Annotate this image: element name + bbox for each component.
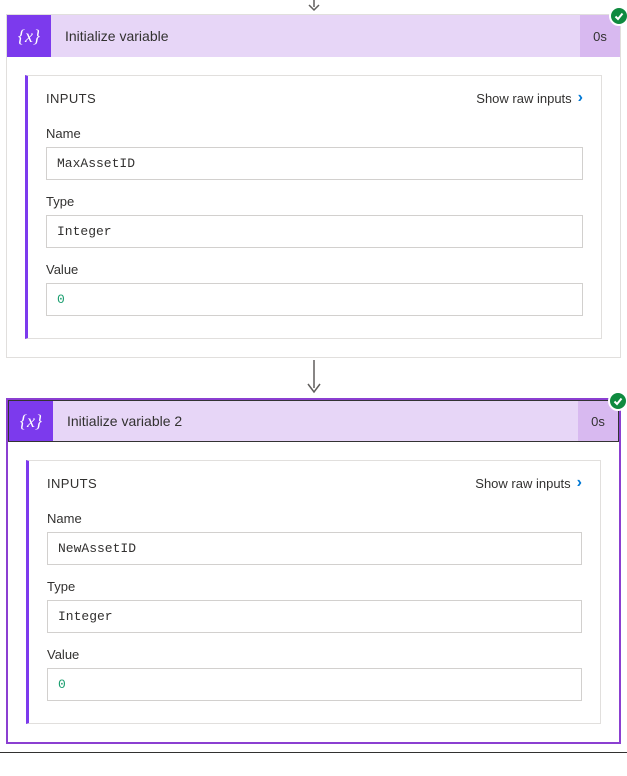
show-raw-inputs-label: Show raw inputs xyxy=(476,91,571,106)
success-check-icon xyxy=(608,391,627,411)
field-value-name[interactable]: NewAssetID xyxy=(47,532,582,565)
field-label-name: Name xyxy=(47,511,582,526)
section-title: INPUTS xyxy=(46,91,96,106)
action-card-initialize-variable[interactable]: {x} Initialize variable 0s INPUTS Show r… xyxy=(6,14,621,358)
card-body: INPUTS Show raw inputs › Name NewAssetID… xyxy=(8,442,619,742)
inputs-section: INPUTS Show raw inputs › Name NewAssetID… xyxy=(26,460,601,724)
flow-arrow-middle xyxy=(0,358,627,398)
field-value-name[interactable]: MaxAssetID xyxy=(46,147,583,180)
chevron-right-icon: › xyxy=(577,475,582,491)
field-label-value: Value xyxy=(46,262,583,277)
field-value-type[interactable]: Integer xyxy=(47,600,582,633)
variable-icon: {x} xyxy=(9,401,53,441)
show-raw-inputs-label: Show raw inputs xyxy=(475,476,570,491)
field-value-type[interactable]: Integer xyxy=(46,215,583,248)
show-raw-inputs-link[interactable]: Show raw inputs › xyxy=(475,475,582,491)
section-title: INPUTS xyxy=(47,476,97,491)
field-value-value[interactable]: 0 xyxy=(46,283,583,316)
chevron-right-icon: › xyxy=(578,90,583,106)
card-header[interactable]: {x} Initialize variable 0s xyxy=(7,15,620,57)
card-header[interactable]: {x} Initialize variable 2 0s xyxy=(8,400,619,442)
flow-arrow-top xyxy=(0,0,627,14)
card-title: Initialize variable xyxy=(51,15,580,57)
card-title: Initialize variable 2 xyxy=(53,401,578,441)
variable-icon: {x} xyxy=(7,15,51,57)
bottom-divider xyxy=(0,752,627,753)
field-label-value: Value xyxy=(47,647,582,662)
field-label-name: Name xyxy=(46,126,583,141)
action-card-initialize-variable-2[interactable]: {x} Initialize variable 2 0s INPUTS Show… xyxy=(6,398,621,744)
show-raw-inputs-link[interactable]: Show raw inputs › xyxy=(476,90,583,106)
inputs-section: INPUTS Show raw inputs › Name MaxAssetID… xyxy=(25,75,602,339)
field-value-value[interactable]: 0 xyxy=(47,668,582,701)
field-label-type: Type xyxy=(46,194,583,209)
field-label-type: Type xyxy=(47,579,582,594)
success-check-icon xyxy=(609,6,627,26)
card-body: INPUTS Show raw inputs › Name MaxAssetID… xyxy=(7,57,620,357)
